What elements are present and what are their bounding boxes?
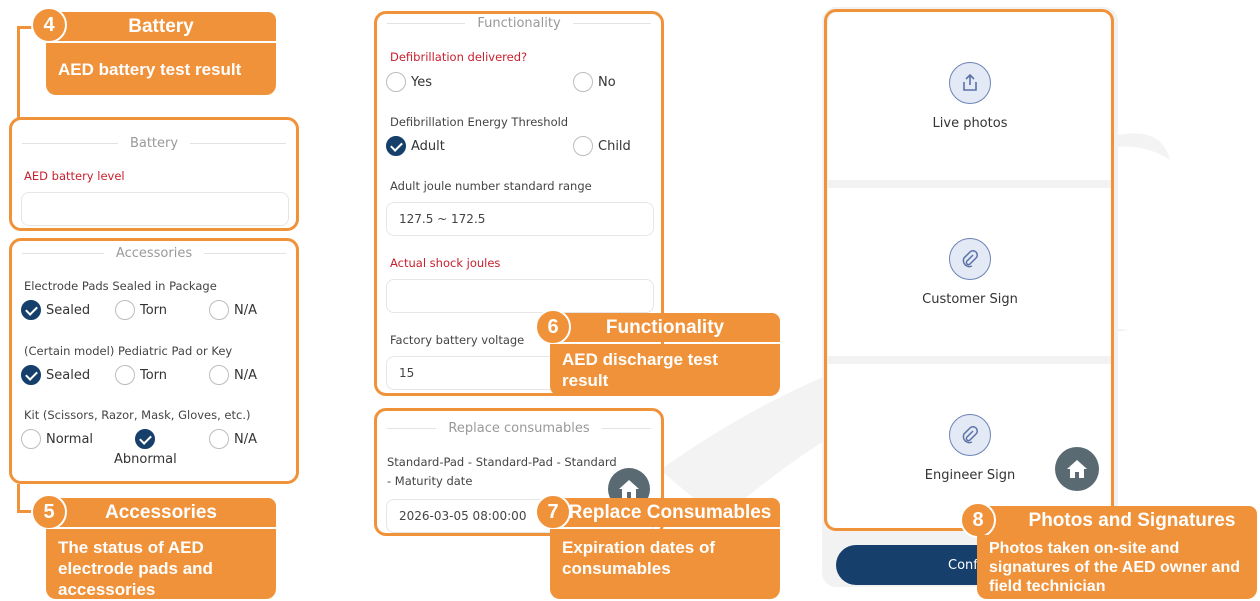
pads-torn-option[interactable]: Torn <box>115 300 167 320</box>
consumables-callout-number: 7 <box>535 494 571 530</box>
accessories-callout-title: Accessories <box>46 498 276 527</box>
battery-callout-number: 4 <box>31 7 67 43</box>
defib-delivered-label: Defibrillation delivered? <box>390 50 528 64</box>
pads-sealed-option[interactable]: Sealed <box>21 300 90 320</box>
home-button[interactable] <box>1055 447 1099 491</box>
radio-checked-icon <box>21 365 41 385</box>
consumables-callout-desc: Expiration dates of consumables <box>550 529 780 599</box>
radio-empty-icon <box>573 136 593 156</box>
pediatric-pad-label: (Certain model) Pediatric Pad or Key <box>24 344 233 358</box>
functionality-callout-number: 6 <box>535 309 571 345</box>
maturity-date-label: Standard-Pad - Standard-Pad - Standard -… <box>387 455 617 488</box>
battery-callout-title-text: Battery <box>128 15 194 37</box>
consumables-legend: Replace consumables <box>387 421 651 436</box>
radio-checked-icon <box>21 300 41 320</box>
radio-empty-icon <box>386 72 406 92</box>
threshold-child-option[interactable]: Child <box>573 136 631 156</box>
defib-no-option[interactable]: No <box>573 72 616 92</box>
photos-callout-title-text: Photos and Signatures <box>1028 509 1236 531</box>
photos-callout-number: 8 <box>960 502 996 538</box>
radio-empty-icon <box>115 365 135 385</box>
pads-sealed-label: Electrode Pads Sealed in Package <box>24 279 217 293</box>
pediatric-torn-option[interactable]: Torn <box>115 365 167 385</box>
pediatric-sealed-option[interactable]: Sealed <box>21 365 90 385</box>
functionality-callout-desc: AED discharge test result <box>550 344 780 396</box>
accessories-callout-title-text: Accessories <box>105 501 217 523</box>
kit-label: Kit (Scissors, Razor, Mask, Gloves, etc.… <box>24 408 251 422</box>
photos-callout-title: Photos and Signatures <box>977 506 1257 535</box>
photos-callout-desc: Photos taken on-site and signatures of t… <box>977 535 1257 599</box>
radio-empty-icon <box>209 365 229 385</box>
battery-connector <box>17 26 33 118</box>
battery-legend: Battery <box>22 136 286 151</box>
radio-checked-icon <box>386 136 406 156</box>
accessories-callout-number: 5 <box>31 494 67 530</box>
radio-checked-icon <box>135 429 156 449</box>
radio-empty-icon <box>21 429 41 449</box>
battery-level-label: AED battery level <box>24 169 125 183</box>
kit-abnormal-option[interactable]: Abnormal <box>114 429 177 467</box>
accessories-legend: Accessories <box>22 246 286 261</box>
kit-na-option[interactable]: N/A <box>209 429 257 449</box>
radio-empty-icon <box>209 300 229 320</box>
functionality-legend: Functionality <box>387 16 651 31</box>
radio-empty-icon <box>573 72 593 92</box>
energy-threshold-label: Defibrillation Energy Threshold <box>390 115 569 129</box>
pediatric-na-option[interactable]: N/A <box>209 365 257 385</box>
radio-empty-icon <box>209 429 229 449</box>
home-icon <box>619 480 639 498</box>
joule-range-field[interactable]: 127.5 ~ 172.5 <box>386 202 654 236</box>
accessories-callout-desc: The status of AED electrode pads and acc… <box>46 529 276 599</box>
battery-callout-title: Battery <box>46 12 276 41</box>
joule-range-label: Adult joule number standard range <box>390 179 592 193</box>
consumables-callout-title-text: Replace Consumables <box>568 501 772 523</box>
actual-shock-input[interactable] <box>386 279 654 313</box>
functionality-callout-title: Functionality <box>550 313 780 342</box>
battery-voltage-label: Factory battery voltage <box>390 333 525 347</box>
consumables-callout-title: Replace Consumables <box>550 498 780 527</box>
functionality-callout-title-text: Functionality <box>605 316 725 338</box>
home-icon <box>1067 460 1087 478</box>
radio-empty-icon <box>115 300 135 320</box>
battery-callout-desc: AED battery test result <box>46 43 276 95</box>
actual-shock-label: Actual shock joules <box>390 256 501 270</box>
defib-yes-option[interactable]: Yes <box>386 72 432 92</box>
pads-na-option[interactable]: N/A <box>209 300 257 320</box>
battery-level-input[interactable] <box>21 192 289 226</box>
threshold-adult-option[interactable]: Adult <box>386 136 445 156</box>
battery-section: Battery AED battery level <box>9 117 299 231</box>
kit-normal-option[interactable]: Normal <box>21 429 93 449</box>
